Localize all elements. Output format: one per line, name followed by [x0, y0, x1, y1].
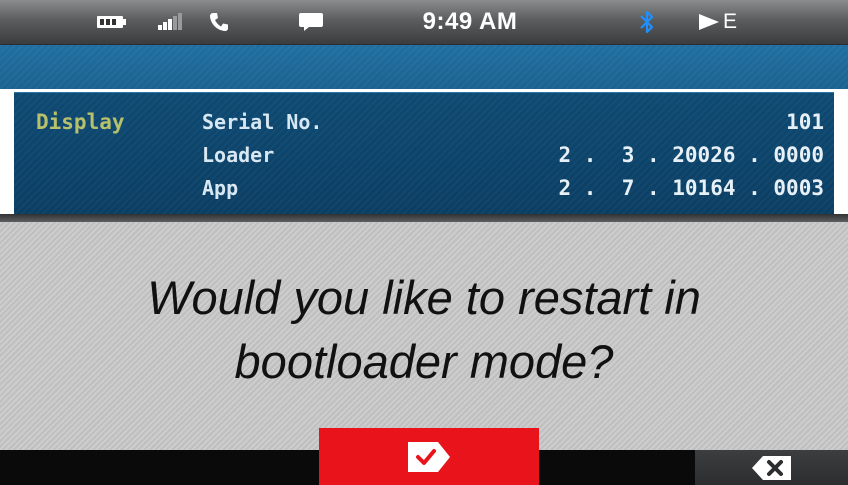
- panel-divider: [0, 214, 848, 222]
- info-row-app: App 2 . 7 . 10164 . 0003: [14, 176, 834, 208]
- confirm-dialog: Would you like to restart in bootloader …: [0, 222, 848, 450]
- info-value: 101: [786, 110, 824, 134]
- battery-icon: [95, 0, 129, 44]
- cancel-delete-icon: [751, 455, 791, 480]
- cancel-button[interactable]: [695, 450, 848, 485]
- bluetooth-icon: [635, 0, 659, 44]
- message-icon: [296, 0, 326, 44]
- info-value: 2 . 7 . 10164 . 0003: [558, 176, 824, 200]
- info-value: 2 . 3 . 20026 . 0000: [558, 143, 824, 167]
- info-key: App: [202, 176, 239, 200]
- phone-icon: [206, 0, 232, 44]
- status-bar: 9:49 AM E: [0, 0, 848, 45]
- checkmark-tag-icon: [408, 441, 450, 472]
- info-row-loader: Loader 2 . 3 . 20026 . 0000: [14, 143, 834, 175]
- confirm-button[interactable]: [319, 428, 539, 485]
- clock-time: 9:49 AM: [422, 8, 518, 35]
- network-arrow-icon: [698, 14, 719, 30]
- info-key: Serial No.: [202, 110, 323, 134]
- network-type-label: E: [722, 10, 737, 33]
- info-row-serial: Serial No. 101: [14, 110, 834, 142]
- network-indicator: E: [690, 0, 746, 44]
- header-strip: [0, 45, 848, 89]
- device-screen: 9:49 AM E Display Serial No. 101 Loader …: [0, 0, 848, 485]
- info-panel: Display Serial No. 101 Loader 2 . 3 . 20…: [14, 92, 834, 215]
- info-key: Loader: [202, 143, 275, 167]
- dialog-message: Would you like to restart in bootloader …: [147, 271, 701, 388]
- signal-icon: [158, 0, 186, 44]
